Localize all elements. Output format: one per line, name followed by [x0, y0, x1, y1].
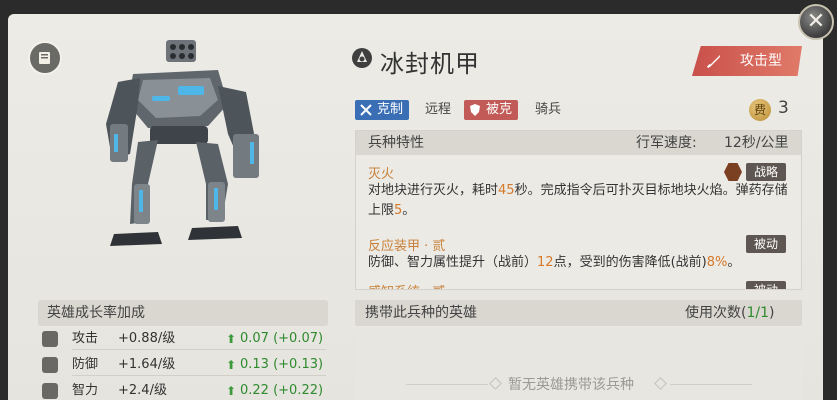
sword-icon: [42, 331, 58, 347]
unit-name: 冰封机甲: [380, 50, 480, 78]
book-icon: [42, 383, 58, 399]
desc-text: 。: [402, 203, 416, 218]
cost-value: 3: [778, 98, 789, 118]
desc-highlight: 8%: [706, 255, 728, 270]
traits-header: 兵种特性 行军速度: 12秒/公里: [356, 131, 801, 155]
usage-label: 使用次数(: [685, 305, 747, 321]
growth-row-intellect: 智力 +2.4/级 ⬆ 0.22 (+0.22): [42, 380, 326, 400]
heroes-header-label: 携带此兵种的英雄: [365, 305, 477, 321]
divider: [406, 384, 488, 385]
close-button[interactable]: ✕: [798, 4, 834, 40]
counter-tag: 克制: [355, 100, 410, 120]
stat-name: 防御: [72, 357, 99, 372]
trait-description: 防御、智力属性提升（战前）12点，受到的伤害降低(战前)8%。: [368, 253, 793, 273]
counter-target: 远程: [425, 102, 452, 117]
trait-type-badge: 被动: [746, 235, 787, 253]
stat-name: 智力: [72, 383, 99, 398]
heroes-header: 携带此兵种的英雄 使用次数(1/1): [355, 300, 802, 326]
stat-value: +0.88/级: [118, 331, 176, 346]
trait-name: 感知系统 · 贰: [368, 281, 445, 289]
divider: [670, 384, 752, 385]
growth-rate-header: 英雄成长率加成: [38, 300, 328, 326]
sword-icon: [706, 55, 720, 69]
march-speed-label: 行军速度:: [636, 135, 697, 151]
desc-text: 点，受到的伤害降低(战前): [553, 255, 707, 270]
up-arrow-icon: ⬆: [226, 358, 237, 372]
trait-type-badge: 被动: [746, 281, 787, 289]
counter-label: 克制: [377, 102, 404, 117]
divider: [72, 375, 326, 376]
unit-detail-panel: 英雄成长率加成 攻击 +0.88/级 ⬆ 0.07 (+0.07) 防御 +1.…: [8, 14, 823, 400]
desc-highlight: 12: [537, 255, 554, 270]
up-arrow-icon: ⬆: [226, 384, 237, 398]
unit-type-label: 攻击型: [740, 53, 782, 69]
unit-type-badge: 攻击型: [692, 46, 802, 76]
cost-icon: 费: [749, 99, 771, 121]
strategy-icon: [724, 163, 742, 181]
shield-icon: [470, 104, 480, 116]
desc-text: 对地块进行灭火，耗时: [368, 183, 499, 198]
growth-row-defense: 防御 +1.64/级 ⬆ 0.13 (+0.13): [42, 354, 326, 376]
trait-name: 灭火: [368, 167, 395, 182]
countered-label: 被克: [486, 102, 513, 117]
unit-traits-panel[interactable]: 兵种特性 行军速度: 12秒/公里 灭火 战略 对地块进行灭火，耗时45秒。完成…: [355, 130, 802, 290]
crossed-swords-icon: [360, 104, 372, 116]
mech-unit-portrait: [106, 40, 259, 246]
growth-row-attack: 攻击 +0.88/级 ⬆ 0.07 (+0.07): [42, 328, 326, 350]
usage-value: 1/1: [746, 305, 769, 321]
countered-tag: 被克: [464, 100, 519, 120]
desc-highlight: 45: [498, 183, 515, 198]
desc-text: 。: [727, 255, 741, 270]
stat-increase: 0.07 (+0.07): [240, 331, 324, 346]
march-speed-value: 12秒/公里: [724, 135, 789, 151]
mech-class-icon: [352, 48, 372, 68]
book-icon: [39, 52, 50, 64]
no-heroes-message: 暂无英雄携带该兵种: [508, 377, 634, 393]
stat-value: +2.4/级: [118, 383, 167, 398]
trait-type-badge: 战略: [746, 163, 787, 181]
stat-increase: 0.22 (+0.22): [240, 383, 324, 398]
shield-icon: [42, 357, 58, 373]
stat-name: 攻击: [72, 331, 99, 346]
divider: [72, 349, 326, 350]
usage-close: ): [769, 305, 775, 321]
trait-name: 反应装甲 · 贰: [368, 239, 446, 254]
stat-value: +1.64/级: [118, 357, 176, 372]
traits-header-label: 兵种特性: [368, 135, 424, 151]
up-arrow-icon: ⬆: [226, 332, 237, 346]
codex-button[interactable]: [28, 41, 62, 75]
usage-count: 使用次数(1/1): [685, 300, 774, 326]
desc-text: 防御、智力属性提升（战前）: [368, 255, 538, 270]
trait-description: 对地块进行灭火，耗时45秒。完成指令后可扑灭目标地块火焰。弹药存储上限5。: [368, 181, 793, 221]
countered-by: 骑兵: [535, 102, 562, 117]
stat-increase: 0.13 (+0.13): [240, 357, 324, 372]
